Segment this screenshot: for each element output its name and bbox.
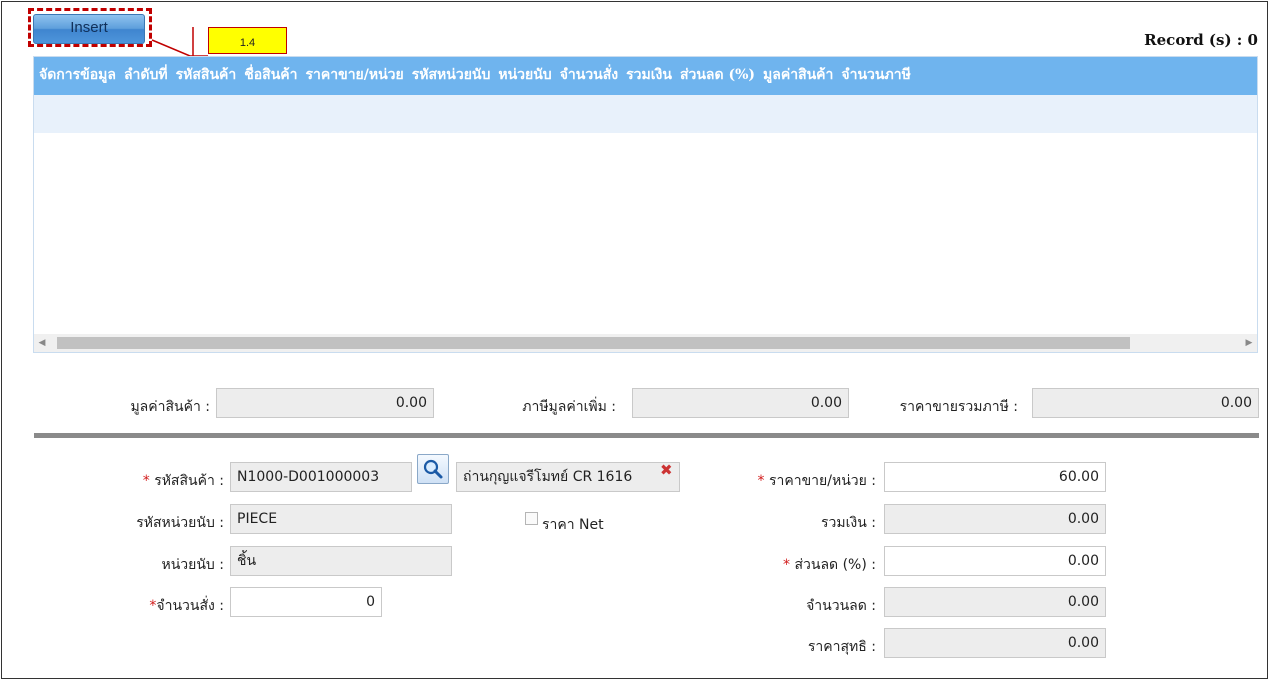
- col-header-code[interactable]: รหัสสินค้า: [172, 57, 241, 93]
- unit-code-label: รหัสหน่วยนับ :: [136, 515, 224, 531]
- section-divider: [34, 433, 1259, 438]
- product-code-field: N1000-D001000003: [230, 462, 412, 492]
- net-total-field: 0.00: [884, 628, 1106, 658]
- unit-field: ชิ้น: [230, 546, 452, 576]
- col-header-unit-code[interactable]: รหัสหน่วยนับ: [408, 57, 495, 93]
- total-with-vat-field: 0.00: [1032, 388, 1259, 418]
- product-value-label: มูลค่าสินค้า :: [130, 399, 210, 415]
- col-header-manage[interactable]: จัดการข้อมูล: [34, 57, 120, 93]
- scrollbar-thumb[interactable]: [57, 337, 1130, 349]
- product-value-field: 0.00: [216, 388, 434, 418]
- total-label: รวมเงิน :: [821, 515, 876, 531]
- net-price-checkbox[interactable]: [525, 512, 538, 525]
- quantity-label: *จำนวนสั่ง :: [149, 598, 224, 614]
- step-callout: 1.4: [208, 27, 287, 54]
- col-header-unit[interactable]: หน่วยนับ: [494, 57, 555, 93]
- horizontal-scrollbar[interactable]: ◀ ▶: [34, 334, 1257, 352]
- grid-header: จัดการข้อมูล ลำดับที่ รหัสสินค้า ชื่อสินค้า…: [34, 57, 1257, 95]
- table-row-empty: [34, 95, 1257, 133]
- discount-pct-label: * ส่วนลด (%) :: [783, 557, 876, 573]
- unit-code-field: PIECE: [230, 504, 452, 534]
- record-count: Record (s) : 0: [1144, 31, 1258, 49]
- product-name-field: ถ่านกุญแจรีโมทย์ CR 1616: [456, 462, 680, 492]
- vat-field: 0.00: [632, 388, 849, 418]
- unit-label: หน่วยนับ :: [161, 557, 225, 573]
- total-with-vat-label: ราคาขายรวมภาษี :: [899, 399, 1018, 415]
- col-header-tax[interactable]: จำนวนภาษี: [837, 57, 914, 93]
- unit-price-input[interactable]: 60.00: [884, 462, 1106, 492]
- col-header-qty[interactable]: จำนวนสั่ง: [556, 57, 622, 93]
- col-header-unit-price[interactable]: ราคาขาย/หน่วย: [302, 57, 408, 93]
- total-field: 0.00: [884, 504, 1106, 534]
- net-price-label: ราคา Net: [542, 517, 604, 533]
- unit-price-label: * ราคาขาย/หน่วย :: [757, 473, 876, 489]
- highlight-box: [28, 8, 152, 47]
- col-header-discount[interactable]: ส่วนลด (%): [676, 57, 759, 93]
- clear-x-icon[interactable]: ✖: [660, 461, 673, 479]
- net-total-label: ราคาสุทธิ :: [807, 639, 876, 655]
- arrow-right-icon[interactable]: ▶: [1241, 334, 1257, 352]
- col-header-seq[interactable]: ลำดับที่: [120, 57, 172, 93]
- col-header-name[interactable]: ชื่อสินค้า: [240, 57, 301, 93]
- discount-amount-field: 0.00: [884, 587, 1106, 617]
- vat-label: ภาษีมูลค่าเพิ่ม :: [522, 399, 616, 415]
- quantity-input[interactable]: 0: [230, 587, 382, 617]
- col-header-value[interactable]: มูลค่าสินค้า: [759, 57, 837, 93]
- items-grid: จัดการข้อมูล ลำดับที่ รหัสสินค้า ชื่อสินค้า…: [33, 56, 1258, 353]
- product-search-button[interactable]: [417, 454, 449, 484]
- discount-pct-input[interactable]: 0.00: [884, 546, 1106, 576]
- product-code-label: * รหัสสินค้า :: [142, 473, 224, 489]
- arrow-left-icon[interactable]: ◀: [34, 334, 50, 352]
- col-header-total[interactable]: รวมเงิน: [622, 57, 676, 93]
- magnifier-icon: [423, 459, 443, 479]
- discount-amount-label: จำนวนลด :: [806, 598, 876, 614]
